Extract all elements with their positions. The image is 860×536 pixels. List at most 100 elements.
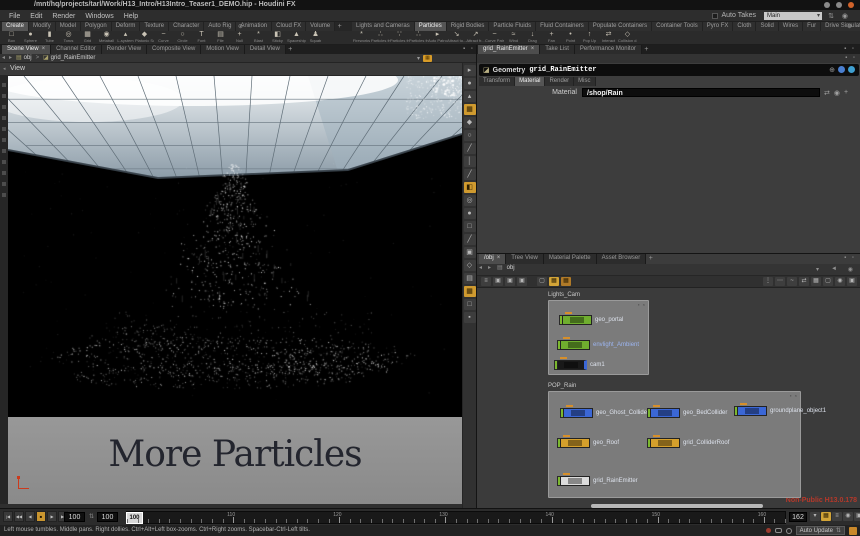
viewport[interactable]: More Particles [8,76,462,504]
shelf-tool[interactable]: ▲Spaceship [287,31,306,45]
timeline-option-icon[interactable]: ▣ [854,512,860,521]
options-icon[interactable]: ▪ [464,312,476,323]
shelf-tab[interactable]: Character [169,22,204,31]
shelf-tab[interactable]: Container Tools [652,22,703,31]
pane-control-icons[interactable]: ▪ ▫ [844,46,856,52]
path-root[interactable]: obj [24,55,32,61]
shelf-tab[interactable]: Texture [140,22,169,31]
left-toolbar-icon[interactable] [2,160,6,164]
auto-update-select[interactable]: Auto Update ⇅ [796,526,845,535]
path-dropdown-icon[interactable]: ▾ [417,55,420,62]
pane-tab[interactable]: Scene View× [2,45,51,54]
shelf-tool[interactable]: ▦Grid [78,31,97,45]
view-grid-icon[interactable]: ▤ [464,273,476,284]
params-pane-icons[interactable]: ▪ ▫ [845,55,857,61]
close-button[interactable] [848,2,854,8]
network-box[interactable]: ▪ ×geo_portalenvlight_Ambientcam1 [548,300,649,375]
shelf-tool[interactable]: ◎Torus [59,31,78,45]
node[interactable]: grid_ColliderRoof [647,438,729,448]
shelf-tool[interactable]: ▮Tube [40,31,59,45]
menu-item[interactable]: Edit [25,13,47,20]
pane-tab[interactable]: Detail View [245,45,286,54]
line-icon[interactable]: ╱ [464,143,476,154]
network-tool-icon[interactable]: ◉ [835,277,845,286]
point-icon[interactable]: ● [464,208,476,219]
shelf-tab[interactable]: Fluid Containers [536,22,589,31]
box-icon[interactable]: □ [464,221,476,232]
close-icon[interactable]: × [531,46,535,52]
network-pane-icons[interactable]: ▪ ▫ [844,255,856,261]
node-body[interactable] [650,408,680,418]
shelf-tool[interactable]: +Null [230,31,249,45]
material-icon[interactable]: ◧ [464,182,476,193]
message-bubble-icon[interactable] [775,528,782,533]
shelf-tab[interactable]: Fur [803,22,821,31]
network-tool-icon[interactable]: ▣ [493,277,503,286]
network-tool-icon[interactable]: ⋯ [775,277,785,286]
shelf-tool[interactable]: •Point [561,31,580,45]
pane-split-icons[interactable]: ▪ ▫ [463,46,475,52]
update-mode-icon[interactable] [849,527,857,535]
shelf-tab[interactable]: Volume [306,22,335,31]
node-body[interactable] [737,406,767,416]
end-frame-field[interactable]: 162 [789,512,807,522]
maximize-button[interactable] [836,2,842,8]
material-input[interactable]: /shop/Rain [582,88,820,97]
node[interactable]: geo_portal [559,315,623,325]
left-toolbar-icon[interactable] [2,94,6,98]
node-body[interactable] [560,340,590,350]
shade-icon[interactable]: ◎ [464,195,476,206]
net-path-dropdown-icon[interactable]: ▾ [816,266,821,273]
viewport-tab-label[interactable]: View [10,65,25,72]
teal-orb-icon[interactable] [848,66,855,73]
node-body[interactable] [650,438,680,448]
pane-tab[interactable]: Composite View [147,45,201,54]
scissors-icon[interactable]: ◆ [464,117,476,128]
param-tab[interactable]: Render [545,77,574,86]
menu-item[interactable]: Help [119,13,143,20]
blue-orb-icon[interactable] [838,66,845,73]
select-icon[interactable]: ▸ [464,65,476,76]
shelf-tool[interactable]: ▴L-system [116,31,135,45]
snap-grid-icon[interactable]: ▦ [464,104,476,115]
timeline-option-icon[interactable]: ◉ [843,512,853,521]
left-toolbar-icon[interactable] [2,149,6,153]
network-tool-icon[interactable]: ▢ [823,277,833,286]
hand-icon[interactable]: ● [464,78,476,89]
pane-tab[interactable]: Take List [540,45,575,54]
shelf-tool[interactable]: ~Curve Patrol [485,31,504,45]
menu-item[interactable]: Render [47,13,80,20]
frame-spinner-icon[interactable]: ⇅ [88,512,95,522]
pen-icon[interactable]: ╱ [464,169,476,180]
net-undo-icon[interactable]: ◄ [831,266,839,272]
shelf-tool[interactable]: ↑Pop Up [580,31,599,45]
shelf-tool[interactable]: □Box [2,31,21,45]
move-icon[interactable]: ▴ [464,91,476,102]
shelf-tab[interactable]: Polygon [81,22,112,31]
shelf-tool[interactable]: ◇Collision d... [618,31,637,45]
menu-item[interactable]: Windows [80,13,118,20]
shelf-tab[interactable]: Solid [756,22,778,31]
shelf-tool[interactable]: *Fireworks [352,31,371,45]
auto-takes-checkbox[interactable] [712,13,718,19]
takes-menu-icon[interactable]: ◉ [842,12,848,20]
shelf-tab[interactable]: Model [56,22,81,31]
network-box-controls[interactable]: ▪ × [638,302,646,307]
left-toolbar-icon[interactable] [2,193,6,197]
pick-material-icon[interactable]: ◉ [834,89,840,97]
node-body[interactable] [560,438,590,448]
minimize-button[interactable] [824,2,830,8]
network-tool-icon[interactable]: ▣ [847,277,857,286]
pane-tab[interactable]: Material Palette [544,254,597,264]
jump-start-button[interactable]: |◀ [3,511,13,522]
spinner-icon[interactable]: ⇅ [828,12,834,20]
shelf-gear-icon[interactable]: ⊕ [238,23,245,30]
left-toolbar-icon[interactable] [2,127,6,131]
network-tool-icon[interactable]: ▣ [505,277,515,286]
path-flag-icon[interactable]: ▦ [423,55,432,62]
node-name-field[interactable]: grid_RainEmitter [529,66,596,74]
node[interactable]: geo_Roof [557,438,619,448]
shelf-options-icon[interactable]: ⊕ [847,23,854,30]
forward-icon[interactable]: ▸ [9,55,12,61]
shelf-tab[interactable]: Populate Containers [589,22,652,31]
